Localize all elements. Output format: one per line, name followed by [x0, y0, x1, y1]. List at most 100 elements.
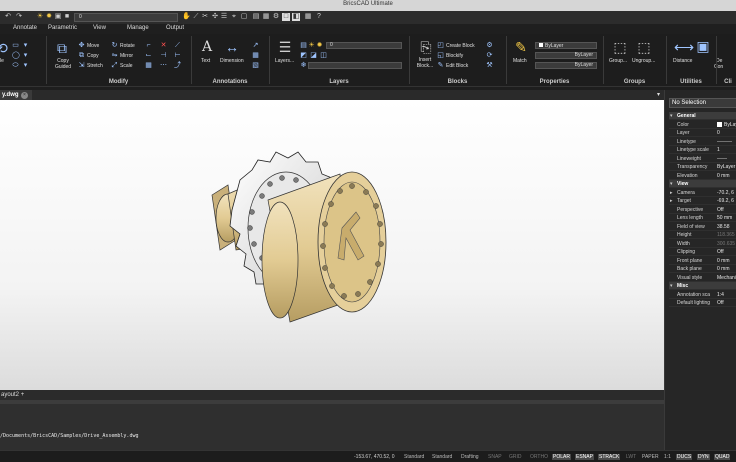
add-layout-button[interactable]: + [21, 392, 25, 398]
property-value[interactable]: Off [717, 206, 724, 214]
property-row[interactable]: Elevation 0 mm [669, 172, 736, 180]
gear-icon[interactable]: ⚙ [272, 13, 280, 21]
status-toggle-dyn[interactable]: DYN [697, 454, 710, 460]
block-sync-icon[interactable]: ⟳ [486, 52, 493, 59]
move-button[interactable]: Move [87, 43, 99, 49]
status-toggle-strack[interactable]: STRACK [598, 454, 621, 460]
text-icon[interactable]: A [199, 39, 215, 55]
property-row[interactable]: Width 300.635 [669, 240, 736, 248]
copy-button[interactable]: Copy [87, 53, 99, 59]
section-header[interactable]: ▾ Misc [669, 282, 736, 290]
property-row[interactable]: Color ByLay [669, 121, 736, 129]
status-toggle-lwt[interactable]: LWT [626, 454, 636, 460]
status-toggle-ortho[interactable]: ORTHO [530, 454, 548, 460]
property-value[interactable]: -70.2, 6 [717, 189, 734, 197]
stack-icon[interactable]: ☰ [220, 13, 228, 21]
line-icon[interactable]: ⟋ [192, 13, 200, 21]
status-toggle-1-1[interactable]: 1:1 [664, 454, 671, 460]
property-value[interactable]: 1:4 [717, 291, 724, 299]
move-big-icon[interactable]: ⟲ [0, 40, 10, 56]
status-toggle-polar[interactable]: POLAR [552, 454, 571, 460]
status-toggle-standard[interactable]: Standard [404, 454, 424, 460]
linetype-combo[interactable]: ByLayer [535, 52, 597, 59]
layer-iso-icon[interactable]: ◪ [310, 52, 317, 59]
insert-block-button[interactable]: Insert Block... [413, 57, 437, 69]
window-icon[interactable]: ◧ [292, 13, 300, 21]
chevron-down-icon[interactable]: ▾ [670, 282, 673, 290]
props-icon[interactable]: ▤ [252, 13, 260, 21]
layer-prev-icon[interactable]: ◩ [300, 52, 307, 59]
ellipse-icon[interactable]: ⬭ [12, 62, 19, 69]
property-row[interactable]: Lineweight —— [669, 155, 736, 163]
undo-icon[interactable]: ↶ [4, 13, 12, 21]
match-properties-icon[interactable]: ✎ [513, 39, 529, 55]
create-block-button[interactable]: Create Block [446, 43, 475, 49]
section-header[interactable]: ▾ View [669, 180, 736, 188]
property-value[interactable]: Off [717, 299, 724, 307]
property-row[interactable]: Transparency ByLayer [669, 163, 736, 171]
square-icon[interactable]: □ [282, 13, 290, 21]
insert-block-icon[interactable]: ⎘ [418, 39, 434, 55]
property-value[interactable]: 50 mm [717, 214, 732, 222]
3d-model[interactable] [0, 100, 664, 390]
sun-icon[interactable]: ✹ [45, 13, 53, 21]
leader-icon[interactable]: ↗ [252, 42, 259, 49]
property-row[interactable]: Linetype ——— [669, 138, 736, 146]
match-button[interactable]: Match [513, 58, 527, 64]
fillet-icon[interactable]: ⌐ [145, 42, 152, 49]
property-row[interactable]: ▸ Camera -70.2, 6 [669, 189, 736, 197]
scale-button[interactable]: Scale [120, 63, 133, 69]
block-tool-icon[interactable]: ⚒ [486, 62, 493, 69]
lineweight-combo[interactable]: ByLayer [535, 62, 597, 69]
tab-manage[interactable]: Manage [127, 25, 149, 31]
help-icon[interactable]: ? [315, 13, 323, 21]
stretch-icon[interactable]: ⇲ [78, 62, 85, 69]
hand-icon[interactable]: ✋ [182, 13, 191, 21]
layer-dropdown[interactable]: 0 [326, 42, 402, 49]
property-value[interactable]: ByLayer [717, 163, 735, 171]
distance-button[interactable]: Distance [673, 58, 692, 64]
property-row[interactable]: Height 118.365 [669, 231, 736, 239]
property-value[interactable]: -69.2, 6 [717, 197, 734, 205]
block-attr-icon[interactable]: ⚙ [486, 42, 493, 49]
property-row[interactable]: Clipping Off [669, 248, 736, 256]
group-button[interactable]: Group... [609, 58, 627, 64]
layers-button[interactable]: Layers... [275, 58, 294, 64]
copy-guided-icon[interactable]: ⧉ [54, 40, 70, 56]
layer-combo[interactable]: 0 [74, 13, 178, 22]
edit-block-button[interactable]: Edit Block [446, 63, 468, 69]
status-toggle-standard[interactable]: Standard [432, 454, 452, 460]
group-icon[interactable]: ⬚ [612, 39, 628, 55]
property-value[interactable]: 118.365 [717, 231, 735, 239]
property-value[interactable]: —— [717, 155, 727, 163]
property-row[interactable]: Field of view 38.58 [669, 223, 736, 231]
layer-freeze-icon[interactable]: ❄ [300, 62, 307, 69]
grid-icon[interactable]: ▦ [304, 13, 312, 21]
array-icon[interactable]: ▦ [145, 62, 152, 69]
property-value[interactable]: 0 [717, 129, 720, 137]
chevron-down-icon[interactable]: ▾ [657, 91, 660, 98]
property-row[interactable]: Lens length 50 mm [669, 214, 736, 222]
selection-dropdown[interactable]: No Selection [669, 98, 736, 108]
create-block-icon[interactable]: ◰ [437, 42, 444, 49]
lock-icon[interactable]: ▣ [54, 13, 62, 21]
color-icon[interactable]: ■ [63, 13, 71, 21]
mirror-icon[interactable]: ⇋ [111, 52, 118, 59]
table-icon[interactable]: ▦ [262, 13, 270, 21]
status-toggle-quad[interactable]: QUAD [714, 454, 731, 460]
tab-annotate[interactable]: Annotate [13, 25, 37, 31]
chevron-right-icon[interactable]: ▸ [670, 197, 673, 205]
ungroup-icon[interactable]: ⬚ [636, 39, 652, 55]
mirror-button[interactable]: Mirror [120, 53, 133, 59]
section-header[interactable]: ▾ General [669, 112, 736, 120]
property-value[interactable]: Mechani [717, 274, 736, 282]
property-value[interactable]: ByLay [717, 121, 736, 129]
move-icon[interactable]: ✥ [78, 42, 85, 49]
erase-icon[interactable]: ✕ [160, 42, 167, 49]
scale-icon[interactable]: ⤢ [111, 62, 118, 69]
command-line[interactable]: /Documents/BricsCAD/Samples/Drive_Assemb… [0, 430, 664, 442]
status-toggle-snap[interactable]: SNAP [488, 454, 502, 460]
offset-icon[interactable]: ⟋ [174, 42, 181, 49]
stretch-button[interactable]: Stretch [87, 63, 103, 69]
bulb-icon[interactable]: ☀ [308, 42, 315, 49]
